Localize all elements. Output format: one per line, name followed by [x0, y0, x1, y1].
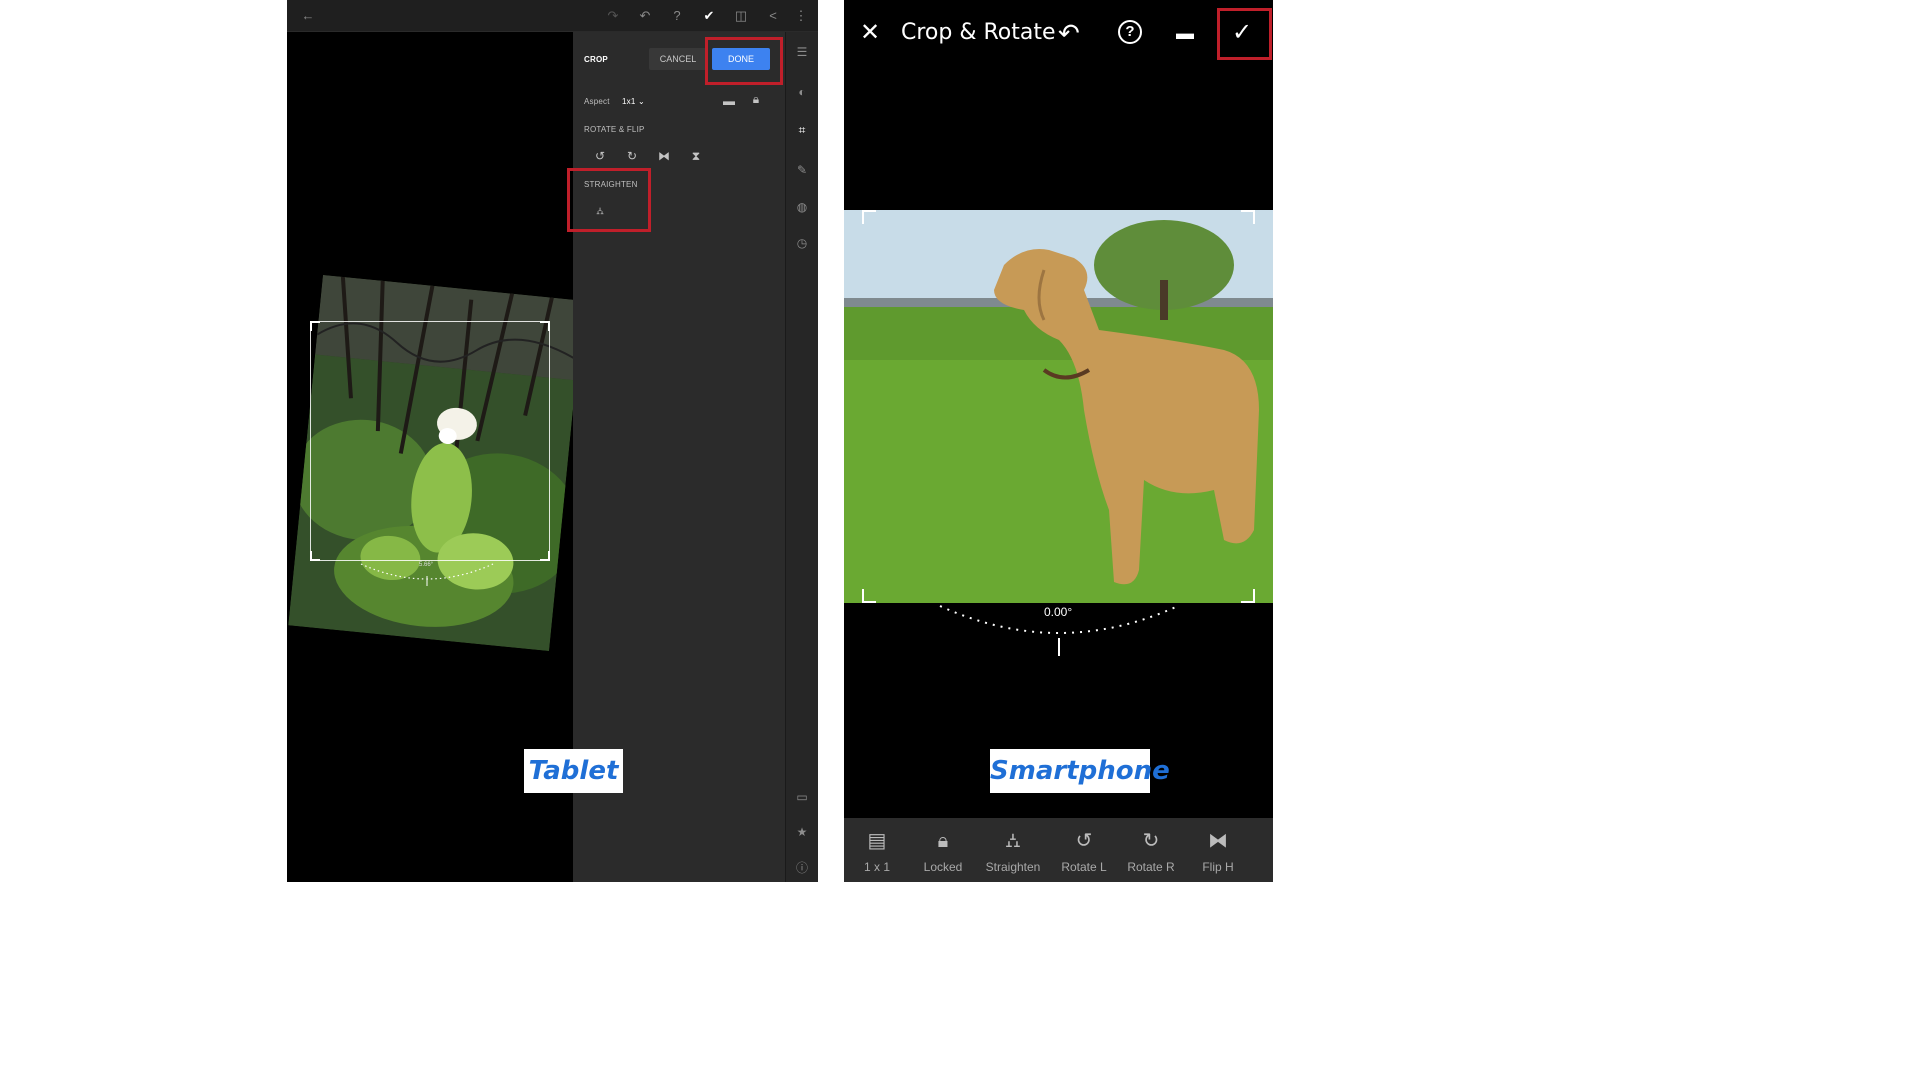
tool-aspect[interactable]: ▤ 1 x 1: [844, 828, 910, 874]
help-icon[interactable]: ?: [1118, 20, 1142, 44]
rotate-flip-label: ROTATE & FLIP: [584, 125, 645, 134]
phone-top-bar: ✕ Crop & Rotate ↶ ? ▬ ✓: [844, 0, 1273, 70]
crop-panel-title: CROP: [584, 55, 608, 64]
tool-straighten[interactable]: ⛼ Straighten: [980, 828, 1046, 874]
sliders-icon[interactable]: ☰: [794, 44, 810, 60]
tool-rail: ☰ ◐ ⌗ ✎ ◍ ◷ ▭ ★ ⓘ: [785, 32, 818, 882]
tool-label: Rotate R: [1127, 860, 1175, 874]
done-highlight-box: [705, 37, 783, 85]
phone-tool-bar: ▤ 1 x 1 🔒︎ Locked ⛼ Straighten ↺ Rotate …: [844, 818, 1273, 882]
tool-rotate-right[interactable]: ↻ Rotate R: [1118, 828, 1184, 874]
tool-flip-horizontal[interactable]: ⧓ Flip H: [1185, 828, 1251, 874]
tool-label: Straighten: [985, 860, 1041, 874]
redo-icon[interactable]: ↷: [604, 7, 622, 25]
flip-vertical-icon[interactable]: ⧗: [688, 149, 704, 163]
back-arrow-icon[interactable]: ←: [299, 7, 317, 25]
share-icon[interactable]: <: [764, 7, 782, 25]
phone-angle-readout: 0.00°: [1044, 605, 1073, 619]
presets-icon[interactable]: ◐: [794, 84, 810, 100]
tablet-caption: Tablet: [524, 749, 623, 793]
rotate-left-icon[interactable]: ↺: [592, 149, 608, 163]
tool-label: Locked: [923, 860, 963, 874]
aspect-orientation-icon[interactable]: ▬: [1176, 22, 1194, 44]
crop-icon[interactable]: ⌗: [794, 122, 810, 138]
tool-label: 1 x 1: [863, 860, 890, 874]
lock-icon[interactable]: 🔒︎: [748, 92, 764, 106]
page-title: Crop & Rotate: [901, 20, 1056, 45]
tool-lock[interactable]: 🔒︎ Locked: [910, 828, 976, 874]
flip-horizontal-icon[interactable]: ⧓: [656, 149, 672, 163]
rotate-right-icon: ↻: [1142, 830, 1160, 852]
more-options-icon[interactable]: ⋮: [792, 7, 810, 25]
lock-icon: 🔒︎: [937, 830, 949, 852]
aspect-select[interactable]: 1x1 ⌄: [622, 97, 645, 106]
checkmark-circle-icon[interactable]: ✔: [700, 7, 718, 25]
tablet-angle-readout: 5.66°: [419, 562, 434, 568]
tablet-top-bar: ← ↷ ↶ ? ✔ ◫ < ⋮: [287, 0, 818, 32]
rotate-right-icon[interactable]: ↻: [624, 149, 640, 163]
straighten-icon: ⛼: [1005, 830, 1021, 852]
phone-caption: Smartphone: [990, 749, 1170, 793]
history-icon[interactable]: ◷: [794, 235, 810, 251]
info-icon[interactable]: ⓘ: [794, 860, 810, 876]
rotate-left-icon: ↺: [1075, 830, 1093, 852]
tool-label: Flip H: [1202, 860, 1234, 874]
aspect-icon: ▤: [867, 830, 887, 852]
aspect-orientation-icon[interactable]: ▬: [721, 94, 737, 108]
flip-horizontal-icon: ⧓: [1208, 830, 1228, 852]
undo-icon[interactable]: ↶: [1058, 18, 1080, 48]
chevron-down-icon: ⌄: [637, 97, 645, 106]
undo-icon[interactable]: ↶: [636, 7, 654, 25]
compare-icon[interactable]: ◫: [732, 7, 750, 25]
phone-crop-frame[interactable]: [862, 210, 1255, 603]
tool-label: Rotate L: [1061, 860, 1107, 874]
cancel-button[interactable]: CANCEL: [649, 48, 707, 70]
tool-rotate-left[interactable]: ↺ Rotate L: [1051, 828, 1117, 874]
comment-icon[interactable]: ▭: [794, 789, 810, 805]
aspect-value: 1x1: [622, 97, 636, 106]
tablet-crop-frame[interactable]: [310, 321, 550, 561]
masking-icon[interactable]: ◍: [794, 199, 810, 215]
close-icon[interactable]: ✕: [860, 20, 880, 46]
healing-brush-icon[interactable]: ✎: [794, 162, 810, 178]
aspect-label: Aspect: [584, 97, 610, 106]
checkmark-highlight-box: [1217, 8, 1272, 60]
help-icon[interactable]: ?: [668, 7, 686, 25]
star-icon[interactable]: ★: [794, 824, 810, 840]
straighten-highlight-box: [567, 168, 651, 232]
